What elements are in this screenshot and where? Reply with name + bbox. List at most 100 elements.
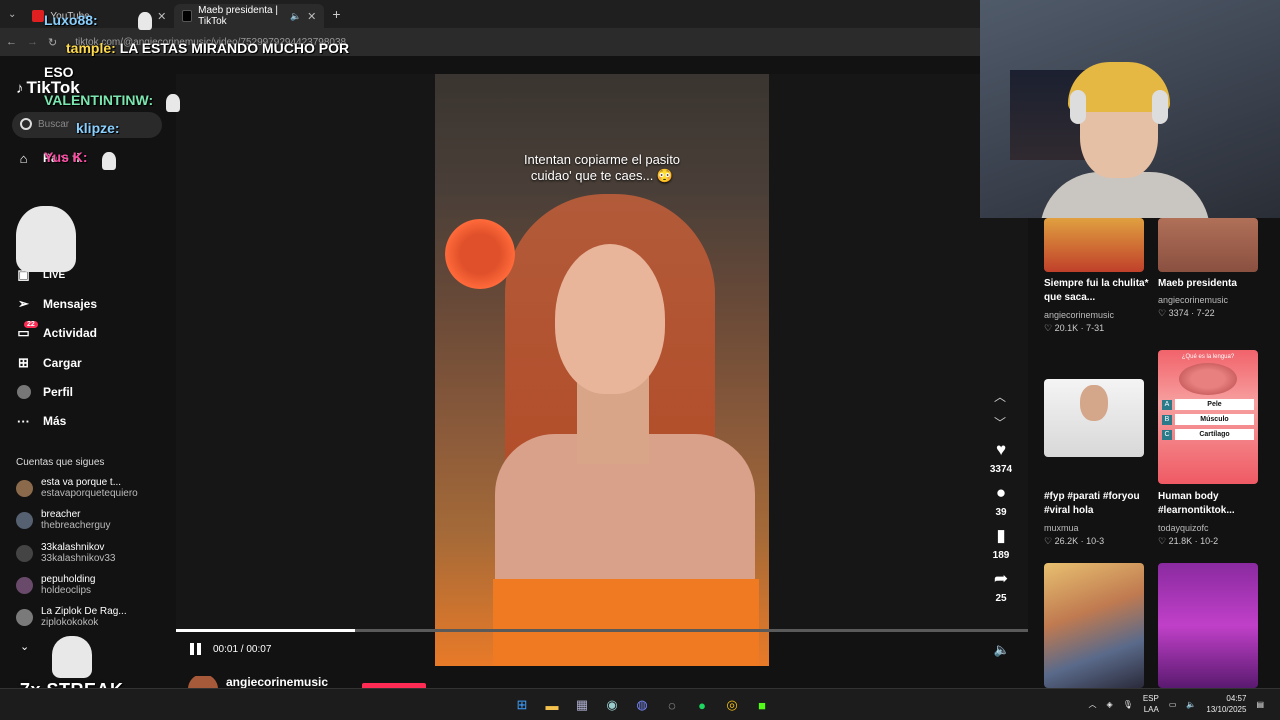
obs-icon[interactable]: ◌ bbox=[662, 695, 682, 715]
chat-text: LA ESTAS MIRANDO MUCHO POR bbox=[119, 40, 350, 56]
option-text: Pele bbox=[1175, 399, 1254, 410]
chat-user: tample: bbox=[66, 40, 116, 56]
video-progress-bar[interactable] bbox=[176, 629, 1028, 632]
video-frame[interactable]: Intentan copiarme el pasito cuidao' que … bbox=[435, 74, 769, 666]
windows-taskbar: ⊞ ▬ ▦ ◉ ◍ ◌ ● ◎ ■ ︿ ◈ 🎙 ESP LAA ▭ 🔈 04:57… bbox=[0, 688, 1280, 720]
avatar bbox=[16, 511, 33, 529]
tab-list-chevron-icon[interactable]: ⌄ bbox=[0, 9, 24, 20]
chat-text: ESO bbox=[44, 64, 74, 80]
like-count: 20.1K bbox=[1054, 323, 1079, 333]
comment-button[interactable]: ● 39 bbox=[984, 483, 1018, 518]
following-item[interactable]: 33kalashnikov 33kalashnikov33 bbox=[16, 539, 116, 567]
like-button[interactable]: ♥ 3374 bbox=[984, 440, 1018, 475]
video-card-title[interactable]: Maeb presidenta bbox=[1158, 277, 1268, 291]
speaker-icon[interactable]: 🔈 bbox=[290, 11, 301, 22]
pause-icon[interactable] bbox=[190, 643, 201, 655]
file-explorer-icon[interactable]: ▬ bbox=[542, 695, 562, 715]
emote-image bbox=[52, 636, 92, 678]
chat-user: Luxo88: bbox=[44, 12, 98, 28]
caption-line: Intentan copiarme el pasito bbox=[523, 152, 681, 167]
tab-tiktok[interactable]: Maeb presidenta | TikTok 🔈 ✕ bbox=[174, 4, 325, 28]
video-card-author[interactable]: angiecorinemusic bbox=[1044, 310, 1114, 320]
following-section-title: Cuentas que sigues bbox=[16, 457, 105, 468]
following-handle: holdeoclips bbox=[41, 585, 92, 596]
spotify-icon[interactable]: ● bbox=[692, 695, 712, 715]
volume-icon[interactable]: 🔈 bbox=[994, 642, 1010, 658]
video-thumbnail[interactable] bbox=[1044, 563, 1144, 688]
sidebar-item-perfil[interactable]: Perfil bbox=[16, 381, 73, 403]
more-icon: ··· bbox=[17, 413, 30, 429]
post-date: 7-31 bbox=[1086, 323, 1105, 333]
following-item[interactable]: breacher thebreacherguy bbox=[16, 506, 111, 534]
discord-icon[interactable]: ◍ bbox=[632, 695, 652, 715]
share-button[interactable]: ➦ 25 bbox=[984, 569, 1018, 604]
video-thumbnail[interactable] bbox=[1158, 218, 1258, 272]
back-icon[interactable]: ← bbox=[6, 36, 17, 48]
video-card-author[interactable]: angiecorinemusic bbox=[1158, 295, 1228, 305]
chevron-up-icon[interactable]: ︿ bbox=[1089, 699, 1097, 710]
system-tray: ︿ ◈ 🎙 ESP LAA ▭ 🔈 04:57 13/10/2025 ▤ bbox=[1089, 693, 1264, 715]
steam-icon[interactable]: ◉ bbox=[602, 695, 622, 715]
bookmark-button[interactable]: ▮ 189 bbox=[984, 526, 1018, 561]
video-card-stats: ♡ 3374 · 7-22 bbox=[1158, 308, 1215, 318]
video-card-author[interactable]: muxmua bbox=[1044, 523, 1079, 533]
app-icon[interactable]: ▦ bbox=[572, 695, 592, 715]
sidebar-item-mas[interactable]: ··· Más bbox=[16, 410, 66, 432]
video-card-title[interactable]: #fyp #parati #foryou #viral hola bbox=[1044, 490, 1154, 518]
windows-start-icon[interactable]: ⊞ bbox=[512, 695, 532, 715]
following-item[interactable]: esta va porque t... estavaporquetequiero bbox=[16, 474, 138, 502]
microphone-icon[interactable]: 🎙 bbox=[1123, 700, 1133, 709]
option-letter: A bbox=[1162, 399, 1172, 410]
reload-icon[interactable]: ↻ bbox=[48, 36, 57, 49]
following-item[interactable]: La Ziplok De Rag... ziplokokokok bbox=[16, 603, 127, 631]
quiz-thumbnail[interactable]: ¿Qué es la lengua? A Pele B Músculo C Cartí… bbox=[1158, 350, 1258, 484]
like-count: 3374 bbox=[989, 464, 1013, 475]
new-tab-icon[interactable]: + bbox=[324, 6, 348, 22]
post-date: 10-3 bbox=[1086, 536, 1105, 546]
headphone-left bbox=[1070, 90, 1086, 124]
video-card-title[interactable]: Human body #learnontiktok... bbox=[1158, 490, 1268, 518]
following-item[interactable]: pepuholding holdeoclips bbox=[16, 571, 96, 599]
sidebar-item-cargar[interactable]: ⊞ Cargar bbox=[16, 352, 82, 374]
post-date: 7-22 bbox=[1196, 308, 1215, 318]
bookmark-icon: ▮ bbox=[996, 526, 1006, 545]
caption-line: cuidao' que te caes... 😳 bbox=[530, 168, 674, 183]
following-name: pepuholding bbox=[41, 574, 96, 585]
close-tab-icon[interactable]: ✕ bbox=[157, 10, 166, 23]
forward-icon[interactable]: → bbox=[27, 36, 38, 48]
sidebar-item-mensajes[interactable]: ➢ Mensajes bbox=[16, 293, 97, 315]
video-card-author[interactable]: todayquizofc bbox=[1158, 523, 1209, 533]
next-video-icon[interactable]: ﹀ bbox=[994, 414, 1006, 431]
emote-icon bbox=[166, 94, 180, 112]
quiz-option: B Músculo bbox=[1162, 414, 1254, 425]
video-card-title[interactable]: Siempre fui la chulita* que saca... bbox=[1044, 277, 1154, 305]
language-indicator[interactable]: ESP LAA bbox=[1143, 693, 1159, 715]
sidebar-item-label: Mensajes bbox=[43, 297, 98, 311]
kick-icon[interactable]: ■ bbox=[752, 695, 772, 715]
emote-icon bbox=[102, 152, 116, 170]
previous-video-icon[interactable]: ︿ bbox=[994, 388, 1006, 405]
chrome-icon[interactable]: ◎ bbox=[722, 695, 742, 715]
tab-label: Maeb presidenta | TikTok bbox=[198, 5, 278, 27]
video-thumbnail[interactable] bbox=[1044, 218, 1144, 272]
video-thumbnail[interactable] bbox=[1158, 563, 1258, 688]
chat-message: ESO bbox=[44, 64, 74, 80]
following-handle: thebreacherguy bbox=[41, 520, 111, 531]
chevron-down-icon[interactable]: ⌄ bbox=[20, 640, 29, 653]
share-count: 25 bbox=[995, 593, 1007, 604]
post-date: 10-2 bbox=[1200, 536, 1219, 546]
sidebar-item-label: Cargar bbox=[43, 356, 82, 370]
language-layout: LAA bbox=[1143, 705, 1159, 714]
author-row[interactable]: angiecorinemusic bbox=[188, 676, 328, 688]
clock[interactable]: 04:57 13/10/2025 bbox=[1206, 693, 1246, 715]
notification-icon[interactable]: ▤ bbox=[1256, 700, 1264, 709]
network-icon[interactable]: ▭ bbox=[1169, 700, 1177, 709]
notification-badge: 22 bbox=[24, 320, 38, 328]
volume-icon[interactable]: 🔈 bbox=[1186, 700, 1196, 709]
sidebar-item-actividad[interactable]: ▭ 22 Actividad bbox=[16, 320, 97, 344]
home-icon: ⌂ bbox=[19, 150, 28, 166]
video-thumbnail[interactable] bbox=[1044, 379, 1144, 457]
shield-icon[interactable]: ◈ bbox=[1107, 700, 1113, 709]
close-tab-icon[interactable]: ✕ bbox=[307, 10, 316, 23]
emote-image bbox=[16, 206, 76, 272]
